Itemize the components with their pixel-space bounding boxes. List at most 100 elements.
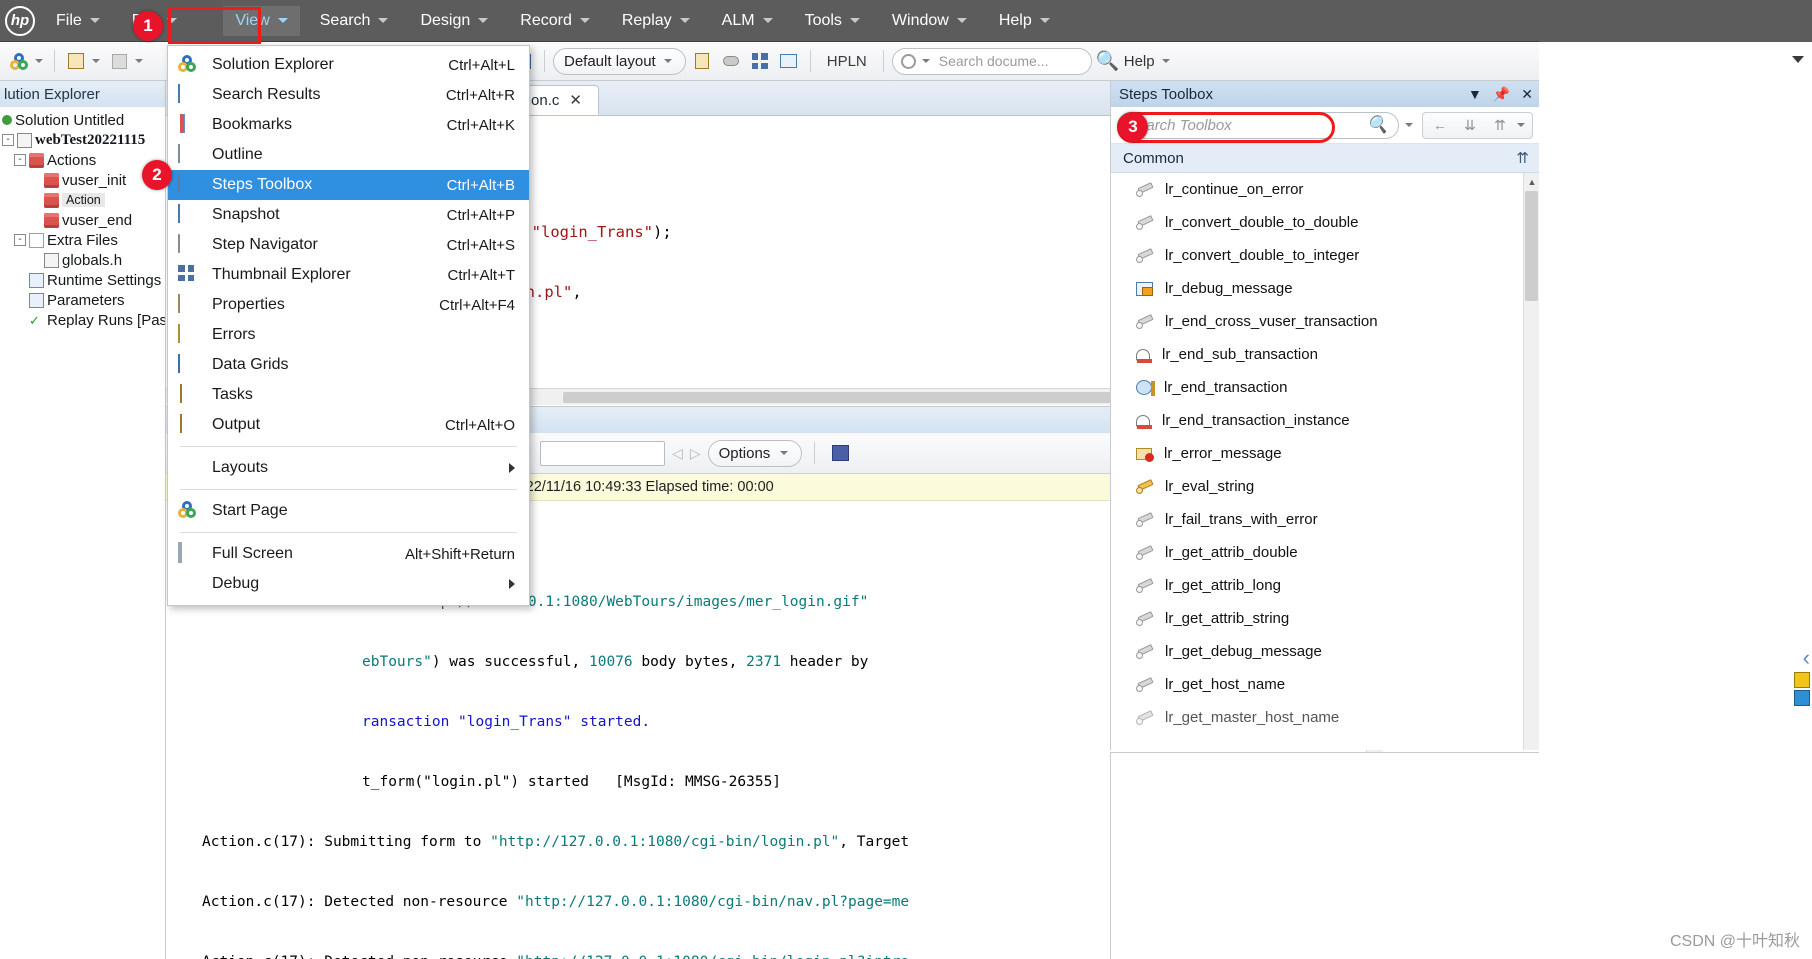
toolbox-item[interactable]: lr_get_attrib_double bbox=[1111, 536, 1523, 569]
find-prev-icon[interactable]: ◁ bbox=[672, 445, 683, 462]
toolbox-item[interactable]: lr_convert_double_to_double bbox=[1111, 206, 1523, 239]
thumbnail-explorer-icon[interactable] bbox=[747, 48, 773, 74]
tree-item-replay-runs[interactable]: ✓ Replay Runs [Pas bbox=[0, 310, 165, 330]
pin-icon[interactable]: 📌 bbox=[1493, 86, 1510, 103]
menu-item-tasks[interactable]: Tasks bbox=[168, 380, 529, 410]
toolbox-item[interactable]: lr_end_sub_transaction bbox=[1111, 338, 1523, 371]
scrollbar-thumb[interactable] bbox=[562, 391, 1203, 403]
toolbox-item[interactable]: lr_get_attrib_long bbox=[1111, 569, 1523, 602]
toolbox-group-common[interactable]: Common ⇈ bbox=[1111, 144, 1539, 173]
toolbox-item[interactable]: lr_get_debug_message bbox=[1111, 635, 1523, 668]
menu-search[interactable]: Search bbox=[308, 6, 401, 36]
save-output-icon[interactable] bbox=[827, 440, 853, 466]
menu-file[interactable]: File bbox=[44, 6, 112, 36]
toolbox-item-list[interactable]: lr_continue_on_error lr_convert_double_t… bbox=[1111, 173, 1523, 750]
output-find-input[interactable] bbox=[540, 440, 666, 466]
menu-view[interactable]: View bbox=[223, 5, 300, 36]
save-icon[interactable] bbox=[106, 48, 132, 74]
snapshot-icon[interactable] bbox=[776, 48, 802, 74]
chevron-down-icon[interactable] bbox=[35, 59, 43, 63]
tree-item-extra-files[interactable]: - Extra Files bbox=[0, 230, 165, 250]
toolbox-item[interactable]: lr_error_message bbox=[1111, 437, 1523, 470]
toolbox-item[interactable]: lr_eval_string bbox=[1111, 470, 1523, 503]
chevron-down-icon[interactable] bbox=[1405, 123, 1413, 127]
menu-item-snapshot[interactable]: Snapshot Ctrl+Alt+P bbox=[168, 200, 529, 230]
toolbox-item[interactable]: lr_end_transaction bbox=[1111, 371, 1523, 404]
toolbox-item[interactable]: lr_end_transaction_instance bbox=[1111, 404, 1523, 437]
search-toolbox-input[interactable]: Search Toolbox 🔍 bbox=[1117, 111, 1399, 139]
tree-item-vuser-end[interactable]: vuser_end bbox=[0, 210, 165, 230]
toolbox-item[interactable]: lr_fail_trans_with_error bbox=[1111, 503, 1523, 536]
toolbox-item[interactable]: lr_end_cross_vuser_transaction bbox=[1111, 305, 1523, 338]
tree-item-vuser-init[interactable]: vuser_init bbox=[0, 170, 165, 190]
menu-alm[interactable]: ALM bbox=[710, 6, 785, 36]
toolbox-item[interactable]: lr_get_host_name bbox=[1111, 668, 1523, 701]
menu-item-thumbnail-explorer[interactable]: Thumbnail Explorer Ctrl+Alt+T bbox=[168, 260, 529, 290]
tree-toggle-icon[interactable]: - bbox=[2, 134, 14, 146]
tree-item-parameters[interactable]: Parameters bbox=[0, 290, 165, 310]
menu-item-steps-toolbox[interactable]: Steps Toolbox Ctrl+Alt+B bbox=[168, 170, 529, 200]
chevron-down-icon[interactable] bbox=[135, 59, 143, 63]
tree-item-script[interactable]: - webTest20221115 bbox=[0, 130, 165, 150]
document-search-box[interactable]: Search docume... bbox=[891, 47, 1092, 75]
menu-item-layouts[interactable]: Layouts bbox=[168, 453, 529, 483]
chevron-down-icon[interactable] bbox=[1517, 123, 1525, 127]
menu-item-debug[interactable]: Debug bbox=[168, 569, 529, 599]
tree-toggle-icon[interactable]: - bbox=[14, 234, 26, 246]
back-icon[interactable]: ← bbox=[1427, 114, 1453, 137]
solution-icon[interactable] bbox=[6, 48, 32, 74]
scroll-up-icon[interactable]: ▲ bbox=[1524, 173, 1540, 190]
close-icon[interactable]: ✕ bbox=[569, 91, 582, 109]
tree-item-globals[interactable]: globals.h bbox=[0, 250, 165, 270]
output-icon[interactable] bbox=[689, 48, 715, 74]
menu-item-search-results[interactable]: Search Results Ctrl+Alt+R bbox=[168, 80, 529, 110]
help-menu[interactable]: Help bbox=[1124, 53, 1173, 70]
menu-tools[interactable]: Tools bbox=[793, 6, 872, 36]
menu-window[interactable]: Window bbox=[880, 6, 979, 36]
menu-item-outline[interactable]: Outline bbox=[168, 140, 529, 170]
new-script-icon[interactable] bbox=[63, 48, 89, 74]
tree-item-actions[interactable]: - Actions bbox=[0, 150, 165, 170]
toolbox-item[interactable]: lr_debug_message bbox=[1111, 272, 1523, 305]
menu-design[interactable]: Design bbox=[408, 6, 500, 36]
collapse-all-icon[interactable]: ⇊ bbox=[1457, 114, 1483, 137]
step-navigator-icon[interactable] bbox=[718, 48, 744, 74]
toolbox-item[interactable]: lr_convert_double_to_integer bbox=[1111, 239, 1523, 272]
menu-item-start-page[interactable]: Start Page bbox=[168, 496, 529, 526]
scrollbar-thumb[interactable] bbox=[1525, 191, 1538, 301]
menu-item-full-screen[interactable]: Full Screen Alt+Shift+Return bbox=[168, 539, 529, 569]
search-icon[interactable]: 🔍 bbox=[1367, 115, 1388, 135]
chevron-down-icon[interactable] bbox=[1792, 56, 1804, 63]
expand-all-icon[interactable]: ⇈ bbox=[1487, 114, 1513, 137]
search-icon[interactable]: 🔍 bbox=[1095, 48, 1121, 74]
menu-help[interactable]: Help bbox=[987, 6, 1062, 36]
menu-search-label: Search bbox=[319, 11, 371, 29]
toolbox-item[interactable]: lr_continue_on_error bbox=[1111, 173, 1523, 206]
menu-item-data-grids[interactable]: Data Grids bbox=[168, 350, 529, 380]
close-icon[interactable]: ✕ bbox=[1521, 86, 1533, 103]
menu-record[interactable]: Record bbox=[508, 6, 602, 36]
menu-item-output[interactable]: Output Ctrl+Alt+O bbox=[168, 410, 529, 440]
menu-item-bookmarks[interactable]: Bookmarks Ctrl+Alt+K bbox=[168, 110, 529, 140]
menu-item-errors[interactable]: Errors bbox=[168, 320, 529, 350]
find-next-icon[interactable]: ▷ bbox=[690, 445, 701, 462]
tree-item-runtime-settings[interactable]: Runtime Settings bbox=[0, 270, 165, 290]
tree-toggle-icon[interactable]: - bbox=[14, 154, 26, 166]
menu-item-solution-explorer[interactable]: Solution Explorer Ctrl+Alt+L bbox=[168, 50, 529, 80]
layout-combo[interactable]: Default layout bbox=[553, 47, 686, 75]
callout-badge-3: 3 bbox=[1118, 112, 1148, 142]
toolbox-vertical-scrollbar[interactable]: ▲ bbox=[1523, 173, 1540, 750]
toolbox-item[interactable]: lr_get_master_host_name bbox=[1111, 701, 1523, 734]
chevron-down-icon[interactable] bbox=[92, 59, 100, 63]
toolbox-item[interactable]: lr_get_attrib_string bbox=[1111, 602, 1523, 635]
menu-replay[interactable]: Replay bbox=[610, 6, 702, 36]
tree-item-solution[interactable]: Solution Untitled bbox=[0, 110, 165, 130]
menu-item-properties[interactable]: Properties Ctrl+Alt+F4 bbox=[168, 290, 529, 320]
menu-item-step-navigator[interactable]: Step Navigator Ctrl+Alt+S bbox=[168, 230, 529, 260]
chevron-down-icon[interactable]: ▼ bbox=[1468, 86, 1482, 102]
hpln-label[interactable]: HPLN bbox=[819, 53, 875, 70]
chevron-up-icon[interactable]: ⇈ bbox=[1516, 149, 1529, 167]
tree-item-action[interactable]: Action bbox=[0, 190, 165, 210]
output-options-combo[interactable]: Options bbox=[707, 439, 803, 467]
collapse-arrow-icon[interactable]: ‹ bbox=[1803, 645, 1810, 671]
